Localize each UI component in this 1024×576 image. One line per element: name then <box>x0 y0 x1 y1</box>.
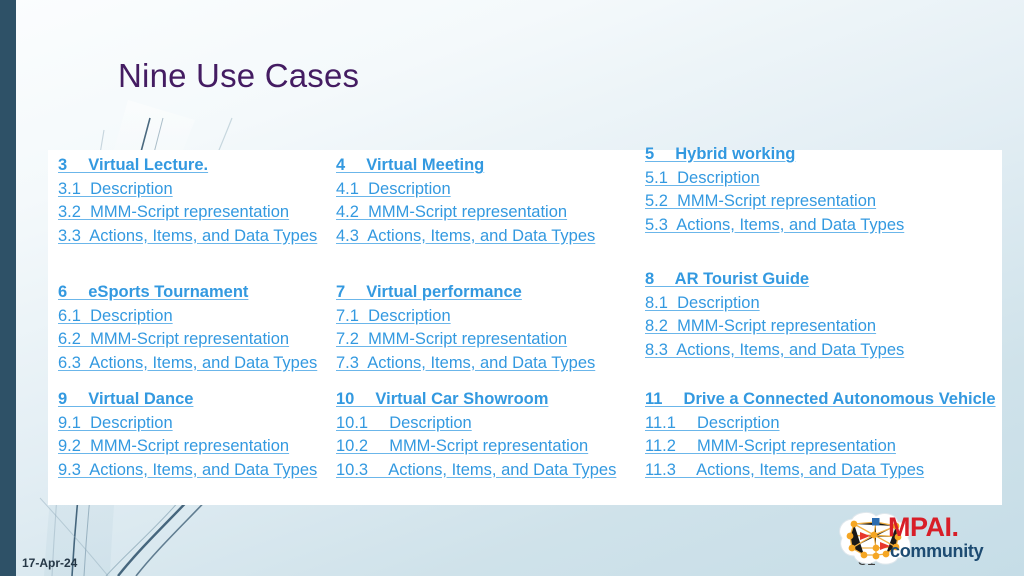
logo-wordmark: MPAI. community <box>888 510 1024 570</box>
logo-community-text: community <box>890 541 984 561</box>
link-section-10-1[interactable]: 10.1 Description <box>336 412 616 436</box>
link-section-5-2[interactable]: 5.2 MMM-Script representation <box>645 190 904 214</box>
link-section-7[interactable]: 7 Virtual performance <box>336 281 595 305</box>
link-section-7-1[interactable]: 7.1 Description <box>336 305 595 329</box>
link-section-6-2[interactable]: 6.2 MMM-Script representation <box>58 328 317 352</box>
link-section-4-1[interactable]: 4.1 Description <box>336 178 595 202</box>
link-section-5[interactable]: 5 Hybrid working <box>645 143 904 167</box>
link-section-11-1[interactable]: 11.1 Description <box>645 412 996 436</box>
link-section-3-3[interactable]: 3.3 Actions, Items, and Data Types <box>58 225 317 249</box>
left-accent-bar <box>0 0 16 576</box>
link-section-10-3[interactable]: 10.3 Actions, Items, and Data Types <box>336 459 616 483</box>
link-section-11-3[interactable]: 11.3 Actions, Items, and Data Types <box>645 459 996 483</box>
link-section-9-1[interactable]: 9.1 Description <box>58 412 317 436</box>
use-case-group-6: 6 eSports Tournament 6.1 Description 6.2… <box>58 281 317 375</box>
link-section-8[interactable]: 8 AR Tourist Guide <box>645 268 904 292</box>
link-section-9-2[interactable]: 9.2 MMM-Script representation <box>58 435 317 459</box>
link-section-11[interactable]: 11 Drive a Connected Autonomous Vehicle <box>645 388 996 412</box>
link-section-11-2[interactable]: 11.2 MMM-Script representation <box>645 435 996 459</box>
content-panel: 3 Virtual Lecture. 3.1 Description 3.2 M… <box>48 145 1002 505</box>
use-case-group-4: 4 Virtual Meeting 4.1 Description 4.2 MM… <box>336 154 595 248</box>
link-section-3[interactable]: 3 Virtual Lecture. <box>58 154 317 178</box>
link-section-7-2[interactable]: 7.2 MMM-Script representation <box>336 328 595 352</box>
use-case-group-8: 8 AR Tourist Guide 8.1 Description 8.2 M… <box>645 268 904 362</box>
link-section-7-3[interactable]: 7.3 Actions, Items, and Data Types <box>336 352 595 376</box>
slide: Nine Use Cases 3 Virtual Lecture. 3.1 De… <box>0 0 1024 576</box>
link-section-3-1[interactable]: 3.1 Description <box>58 178 317 202</box>
link-section-10[interactable]: 10 Virtual Car Showroom <box>336 388 616 412</box>
use-case-group-7: 7 Virtual performance 7.1 Description 7.… <box>336 281 595 375</box>
link-section-8-2[interactable]: 8.2 MMM-Script representation <box>645 315 904 339</box>
link-section-9-3[interactable]: 9.3 Actions, Items, and Data Types <box>58 459 317 483</box>
link-section-3-2[interactable]: 3.2 MMM-Script representation <box>58 201 317 225</box>
page-title: Nine Use Cases <box>118 57 360 94</box>
link-section-6-1[interactable]: 6.1 Description <box>58 305 317 329</box>
link-section-8-1[interactable]: 8.1 Description <box>645 292 904 316</box>
link-section-5-3[interactable]: 5.3 Actions, Items, and Data Types <box>645 214 904 238</box>
mpai-community-logo: MPAI. community <box>828 508 1024 572</box>
use-case-group-5: 5 Hybrid working 5.1 Description 5.2 MMM… <box>645 143 904 237</box>
logo-mpai-text: MPAI. <box>888 512 959 542</box>
link-section-4[interactable]: 4 Virtual Meeting <box>336 154 595 178</box>
link-section-4-2[interactable]: 4.2 MMM-Script representation <box>336 201 595 225</box>
use-case-group-9: 9 Virtual Dance 9.1 Description 9.2 MMM-… <box>58 388 317 482</box>
link-section-6[interactable]: 6 eSports Tournament <box>58 281 317 305</box>
slide-date: 17-Apr-24 <box>22 556 78 570</box>
link-section-8-3[interactable]: 8.3 Actions, Items, and Data Types <box>645 339 904 363</box>
link-section-9[interactable]: 9 Virtual Dance <box>58 388 317 412</box>
use-case-group-3: 3 Virtual Lecture. 3.1 Description 3.2 M… <box>58 154 317 248</box>
link-section-6-3[interactable]: 6.3 Actions, Items, and Data Types <box>58 352 317 376</box>
link-section-10-2[interactable]: 10.2 MMM-Script representation <box>336 435 616 459</box>
use-case-group-10: 10 Virtual Car Showroom 10.1 Description… <box>336 388 616 482</box>
link-section-5-1[interactable]: 5.1 Description <box>645 167 904 191</box>
link-section-4-3[interactable]: 4.3 Actions, Items, and Data Types <box>336 225 595 249</box>
use-case-group-11: 11 Drive a Connected Autonomous Vehicle … <box>645 388 996 482</box>
